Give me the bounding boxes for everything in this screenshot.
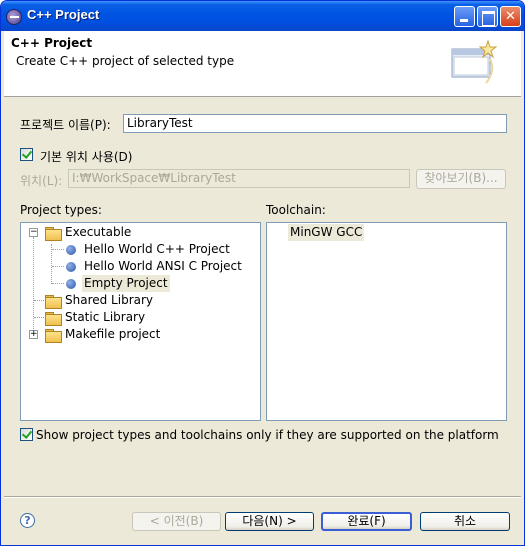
maximize-button[interactable] [477,6,498,27]
tree-item-static-library[interactable]: Static Library [21,309,260,326]
location-input[interactable]: I:₩WorkSpace₩LibraryTest [68,169,410,188]
new-project-wizard-icon [451,39,498,84]
tree-item-label: Shared Library [65,293,154,307]
help-icon[interactable]: ? [20,513,35,528]
default-location-checkbox[interactable] [20,148,33,161]
wizard-header: C++ Project Create C++ project of select… [4,31,521,97]
collapse-icon[interactable]: − [29,228,38,237]
project-type-icon [66,262,76,272]
back-button[interactable]: < 이전(B) [132,512,221,531]
project-type-icon [66,279,76,289]
filter-supported-checkbox[interactable] [20,428,33,441]
eclipse-icon [6,9,22,25]
toolchain-list[interactable]: MinGW GCC [266,222,507,421]
folder-open-icon [45,227,62,241]
project-types-label: Project types: [20,203,102,217]
project-type-icon [66,245,76,255]
header-title: C++ Project [11,36,93,50]
tree-item-makefile-project[interactable]: + Makefile project [21,326,260,343]
tree-item-label: Empty Project [82,275,170,292]
folder-icon [45,329,62,343]
tree-item-executable[interactable]: − Executable [21,224,260,241]
location-label: 위치(L): [20,174,63,188]
tree-item-shared-library[interactable]: Shared Library [21,292,260,309]
header-description: Create C++ project of selected type [16,54,235,68]
toolchain-item-mingw-gcc[interactable]: MinGW GCC [267,224,506,241]
project-name-input[interactable]: LibraryTest [123,114,507,133]
tree-item-label: Makefile project [65,327,161,341]
toolchain-label: Toolchain: [266,203,326,217]
tree-item-label: Static Library [65,310,146,324]
tree-item-label: Executable [65,225,132,239]
expand-icon[interactable]: + [29,330,38,339]
project-types-tree[interactable]: − Executable Hello World C++ Project Hel… [20,222,261,421]
project-name-label: 프로젝트 이름(P): [20,118,111,132]
button-bar-separator [4,496,521,498]
tree-item-label: Hello World ANSI C Project [84,259,242,273]
next-button[interactable]: 다음(N) > [225,512,314,531]
dialog-window: C++ Project ✕ C++ Project Create C++ pro… [0,0,525,546]
default-location-label: 기본 위치 사용(D) [40,150,133,164]
folder-icon [45,312,62,326]
tree-item-hello-world-ansi-c[interactable]: Hello World ANSI C Project [21,258,260,275]
browse-button[interactable]: 찾아보기(B)... [416,169,506,189]
window-title: C++ Project [27,7,100,22]
tree-item-hello-world-cpp[interactable]: Hello World C++ Project [21,241,260,258]
cancel-button[interactable]: 취소 [420,512,510,531]
finish-button[interactable]: 완료(F) [321,512,412,531]
close-icon: ✕ [505,9,516,24]
title-bar[interactable]: C++ Project ✕ [1,1,524,31]
tree-item-empty-project[interactable]: Empty Project [21,275,260,292]
minimize-button[interactable] [454,6,475,27]
toolchain-item-label: MinGW GCC [288,224,365,241]
tree-item-label: Hello World C++ Project [84,242,230,256]
filter-supported-label: Show project types and toolchains only i… [36,428,499,442]
close-button[interactable]: ✕ [500,6,521,27]
folder-icon [45,295,62,309]
